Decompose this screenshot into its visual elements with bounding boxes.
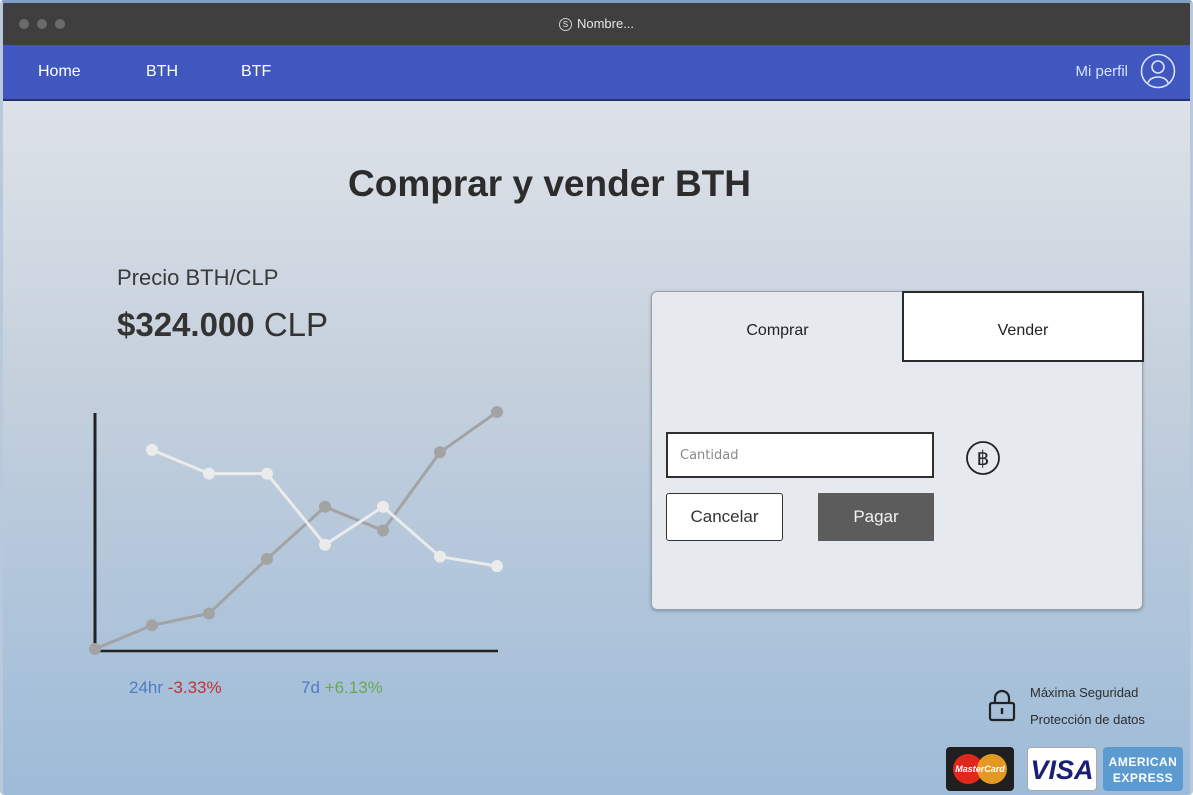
series-1-point-1 <box>146 619 158 632</box>
mastercard-text: MasterCard <box>955 764 1005 774</box>
profile-link[interactable]: Mi perfil <box>1075 63 1128 80</box>
stat-7d-value: +6.13% <box>324 678 383 697</box>
nav-bth-link[interactable]: BTH <box>146 63 178 81</box>
series-1-point-2 <box>203 607 215 620</box>
top-navbar: Home BTH BTF Mi perfil <box>3 45 1190 101</box>
series-1-point-3 <box>261 552 273 565</box>
series-1-point-6 <box>434 446 446 459</box>
price-currency: CLP <box>263 306 329 343</box>
nav-home-link[interactable]: Home <box>38 63 81 81</box>
bitcoin-icon: ฿ <box>966 441 1000 475</box>
amex-logo: AMERICAN EXPRESS <box>1103 747 1183 791</box>
mastercard-logo: MasterCard <box>946 747 1014 791</box>
series-2-point-4 <box>377 500 389 513</box>
visa-logo: VISA <box>1027 747 1097 791</box>
series-2-point-1 <box>203 467 215 480</box>
window-titlebar: S Nombre... <box>3 3 1190 45</box>
visa-text: VISA <box>1030 755 1094 785</box>
price-value: $324.000 CLP <box>117 306 328 344</box>
series-1-point-5 <box>377 524 389 537</box>
series-2-point-3 <box>319 538 331 551</box>
security-subtitle: Protección de datos <box>1030 712 1145 727</box>
page-title: Comprar y vender BTH <box>348 163 751 204</box>
tab-comprar[interactable]: Comprar <box>652 292 903 362</box>
amex-line2: EXPRESS <box>1112 771 1174 785</box>
lock-icon <box>988 689 1016 722</box>
trade-panel: Comprar Vender ฿ Cancelar Pagar <box>651 291 1144 610</box>
amex-line1: AMERICAN <box>1108 755 1178 769</box>
nav-btf-link[interactable]: BTF <box>241 63 271 81</box>
stat-24hr: 24hr -3.33% <box>129 678 222 698</box>
series-1-point-4 <box>319 500 331 513</box>
app-window: S Nombre... Home BTH BTF Mi perfil Compra… <box>0 0 1193 795</box>
main-content: Comprar y vender BTH Precio BTH/CLP $324… <box>3 101 1190 795</box>
series-2-point-6 <box>491 560 503 573</box>
series-2-point-5 <box>434 550 446 563</box>
tab-vender[interactable]: Vender <box>902 291 1144 362</box>
quantity-input[interactable] <box>666 432 934 478</box>
series-2-point-2 <box>261 467 273 480</box>
stat-24hr-label: 24hr <box>129 678 164 697</box>
price-amount: $324.000 <box>117 306 255 343</box>
series-2-point-0 <box>146 443 158 456</box>
stat-7d-label: 7d <box>301 678 320 697</box>
stat-7d: 7d +6.13% <box>301 678 383 698</box>
series-1-point-7 <box>491 406 503 418</box>
security-title: Máxima Seguridad <box>1030 685 1139 700</box>
pay-button[interactable]: Pagar <box>818 493 934 541</box>
user-circle-icon[interactable] <box>1140 53 1176 89</box>
svg-text:฿: ฿ <box>977 446 990 470</box>
cancel-button[interactable]: Cancelar <box>666 493 783 541</box>
skype-icon: S <box>558 18 572 31</box>
stat-24hr-value: -3.33% <box>167 678 222 697</box>
series-1-point-0 <box>89 643 101 655</box>
window-title: S Nombre... <box>3 16 1190 31</box>
price-chart <box>89 406 503 655</box>
price-label: Precio BTH/CLP <box>117 265 279 290</box>
